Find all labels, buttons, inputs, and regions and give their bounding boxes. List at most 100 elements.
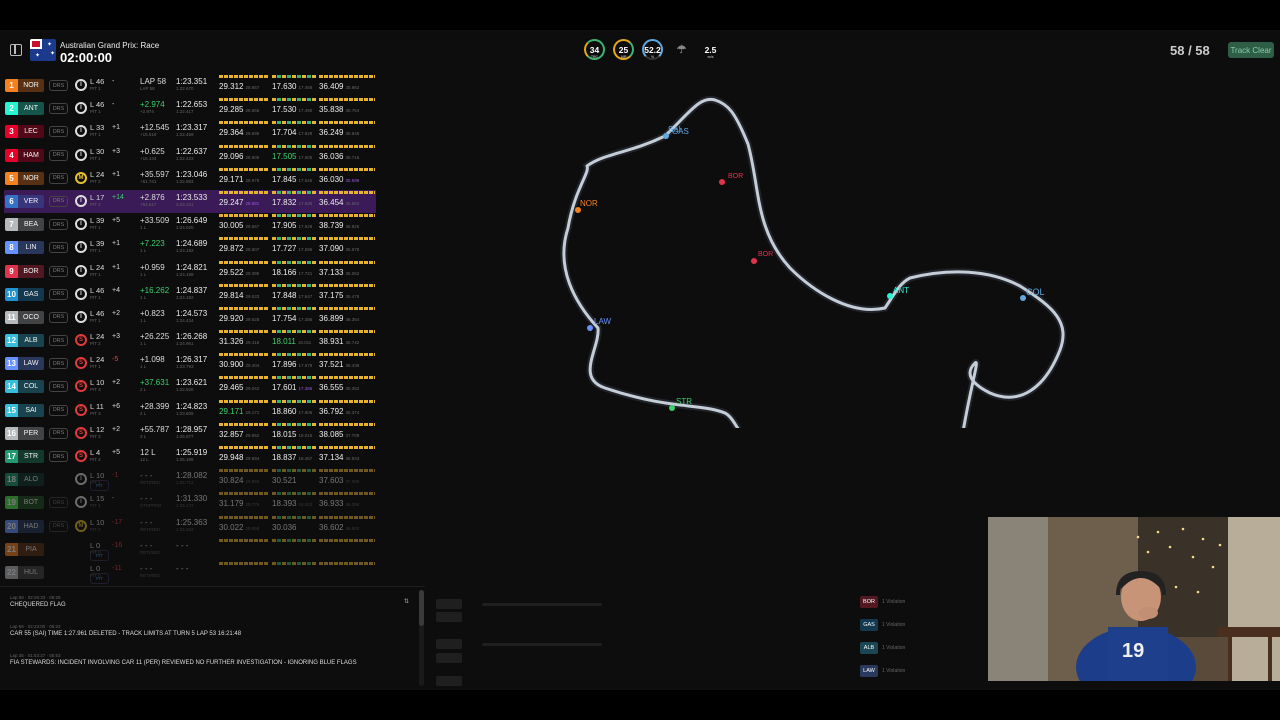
sector-2-time: 18.166 17.721 [272,267,313,277]
stint-laps: L 46 [90,77,105,86]
sector-3-time: 37.134 36.943 [319,453,360,462]
sector-3-time: 36.454 35.652 [319,197,360,207]
drs-status: DRS [49,103,68,115]
driver-tla[interactable]: HAD [18,519,44,533]
best-lap-time: 1:24.424 [176,317,194,323]
stint-laps: L 39 [90,239,105,249]
mini-sectors [319,469,375,473]
leaderboard-row[interactable]: 1 NOR DRS I L 46 PIT 1 - LAP 58 LAP 58 1:23.351 1:… [4,74,376,97]
driver-tla[interactable]: SAI [18,403,44,417]
stint-laps: L 0 [90,540,101,550]
mini-sectors [319,306,375,310]
tyre-icon: I [75,125,87,138]
driver-tla[interactable]: ALO [18,473,44,487]
driver-tla[interactable]: NOR [18,171,44,185]
leaderboard-row[interactable]: 13 LAW DRS S L 24 PIT 1 -5 +1.098 1 L 1:26.317 1:2… [4,352,376,375]
car-marker [719,179,725,185]
sector-3-time: 37.133 36.062 [319,267,360,277]
sector-1-time [219,546,221,555]
drs-status: DRS [49,242,68,254]
tyre-icon: S [75,334,87,347]
mini-sectors [319,561,375,565]
car-marker [669,405,675,411]
team-radio-panel [432,586,852,688]
driver-tla[interactable]: LEC [18,125,44,139]
stint-laps: L 33 [90,123,105,133]
leaderboard-row[interactable]: 20 HAD DRS M L 10 PIT 0 -17 - - - RETIRED 1:25.36… [4,515,376,538]
pit-count: PIT 2 [90,341,101,347]
last-lap-time: 1:26.317 [176,355,208,365]
leaderboard-row[interactable]: 10 GAS DRS I L 46 PIT 1 +4 +16.262 1 L 1:24.837 1:… [4,283,376,306]
position-delta: - [112,101,115,109]
sector-3-time: 36.899 36.354 [319,313,360,323]
leaderboard-row[interactable]: 19 BOT DRS I L 15 PIT 1-- - - STOPPED 1:31.330 1… [4,491,376,514]
leaderboard-row[interactable]: 8 LIN DRS I L 39 PIT 1 +1 +7.223 1 L 1:24.689 1:24… [4,236,376,259]
leaderboard-row[interactable]: 9 BOR DRS I L 24 PIT 1 +1 +0.959 1 L 1:24.821 1:24… [4,260,376,283]
mini-sectors [319,538,375,542]
tyre-icon: S [75,403,87,416]
drs-status: DRS [49,381,68,393]
scrollbar[interactable] [419,590,424,686]
driver-tla[interactable]: VER [18,194,44,208]
driver-tla[interactable]: LAW [18,357,44,371]
driver-tla[interactable]: PIA [18,542,44,556]
leaderboard-row[interactable]: 14 COL DRS S L 10 PIT 3 +2 +37.631 2 L 1:23.621 1:… [4,375,376,398]
driver-tla[interactable]: HAM [18,148,44,162]
mini-sectors [219,75,269,78]
driver-tla[interactable]: NOR [18,79,44,92]
leaderboard-row[interactable]: 18 ALO PIT I L 10 PIT 1 -1- - - RETIRED 1:28.082… [4,468,376,492]
session-clock: 02:00:00 [60,50,113,65]
position-number: 9 [5,264,18,278]
driver-tla[interactable]: ANT [18,102,44,116]
leaderboard-row[interactable]: 7 BEA DRS I L 39 PIT 1 +5 +33.509 1 L 1:26.649 1:2… [4,213,376,236]
leaderboard-row[interactable]: 5 NOR DRS M L 24 PIT 2 +1 +35.597 +51.741 1:23.04… [4,167,376,190]
mini-sectors [272,399,316,403]
pit-count: PIT 0 [90,526,101,532]
tyre-icon: I [75,102,87,115]
leaderboard-row[interactable]: 16 PER DRS S L 12 PIT 3 +2 +55.787 3 L 1:28.957 1:… [4,422,376,445]
driver-tla[interactable]: STR [18,450,44,463]
driver-tla[interactable]: BOT [18,496,44,510]
leaderboard-row[interactable]: 21 PIA PIT L 0 PIT 0 -16- - - RETIRED - - - [4,538,376,561]
leaderboard-row[interactable]: 15 SAI DRS S L 11 PIT 3 +6 +28.399 2 L 1:24.823 1:… [4,399,376,422]
gap-to-ahead: - - - [140,517,153,527]
leaderboard-row[interactable]: 12 ALB DRS S L 24 PIT 2 +3 +26.225 1 L 1:26.268 1:… [4,329,376,352]
driver-tla[interactable]: ALB [18,334,44,348]
mini-sectors [272,237,316,241]
driver-tla[interactable]: GAS [18,287,44,301]
driver-tla[interactable]: OCO [18,310,44,324]
driver-tla[interactable]: LIN [18,241,44,255]
gap-to-ahead: +0.625 [140,146,165,156]
pit-count: PIT 1 [90,503,101,509]
gap-to-ahead: +28.399 [140,401,170,411]
leaderboard-row[interactable]: 4 HAM DRS I L 30 PIT 1 +3 +0.625 +16.144 1:22.637… [4,144,376,167]
leaderboard-row[interactable]: 6 VER DRS I L 17 PIT 2 +14 +2.876 +54.617 1:23.53… [4,189,376,214]
position-delta: +2 [112,379,120,387]
gap-to-ahead: +7.223 [140,239,165,249]
pit-count: PIT 3 [90,433,101,439]
leaderboard-row[interactable]: 11 OCO DRS I L 46 PIT 1 +2 +0.823 1 L 1:24.573 1:2… [4,306,376,329]
driver-tla[interactable]: COL [18,380,44,394]
driver-tla[interactable]: PER [18,426,44,440]
driver-tla[interactable]: BOR [18,264,44,278]
pit-count: PIT 2 [90,178,101,184]
leaderboard-row[interactable]: 22 HUL PIT L 0 PIT 0 -11- - - RETIRED - - - [4,561,376,584]
driver-tla: LAW [860,665,878,677]
sidebar-toggle-icon[interactable] [10,44,22,56]
tyre-icon: I [75,310,87,323]
mini-sectors [319,237,375,241]
leaderboard-row[interactable]: 17 STR DRS S L 4 PIT 4 +5 12 L 12 L 1:25.919 1:25.… [4,445,376,468]
sector-3-time: 36.792 36.374 [319,406,360,416]
driver-tla[interactable]: BEA [18,218,44,232]
gap-to-ahead: - - - [140,563,153,573]
sector-2-time: 18.015 18.015 [272,429,313,439]
leaderboard-row[interactable]: 2 ANT DRS I L 46 PIT 1 - +2.974 +2.974 1:22.653 1:… [4,97,376,120]
air-temp-gauge: 25 AIR [613,39,634,60]
pin-icon[interactable]: ⇅ [404,598,409,605]
pit-count: PIT 1 [90,155,101,161]
driver-tla[interactable]: HUL [18,565,44,579]
leaderboard-row[interactable]: 3 LEC DRS I L 33 PIT 1 +1 +12.545 +15.519 1:23.31… [4,120,376,143]
webcam-overlay: 19 [988,517,1280,681]
stint-laps: L 4 [90,448,101,457]
tyre-icon: S [75,380,87,393]
